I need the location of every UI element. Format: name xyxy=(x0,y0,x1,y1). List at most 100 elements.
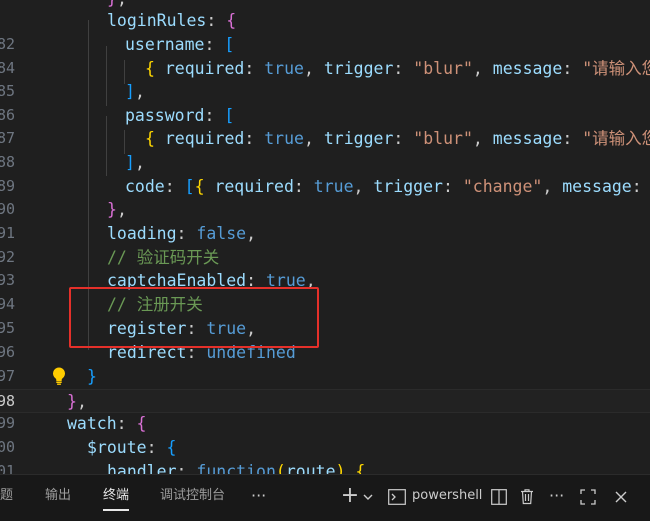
code-token: username xyxy=(125,35,205,54)
maximize-panel-icon[interactable] xyxy=(578,475,598,519)
code-line[interactable]: 89 code: [{ required: true, trigger: "cha… xyxy=(0,175,650,199)
code-token: : xyxy=(146,438,167,457)
code-token: , xyxy=(117,0,127,8)
code-line[interactable]: 97} xyxy=(0,365,650,389)
code-token: { xyxy=(226,11,237,30)
code-line[interactable]: 92 // 验证码开关 xyxy=(0,246,650,270)
code-text: ], xyxy=(125,80,145,104)
code-line[interactable]: 82 username: [ xyxy=(0,33,650,57)
code-token: [ xyxy=(224,106,235,125)
code-token: "change" xyxy=(462,177,543,196)
code-text: ], xyxy=(125,151,145,175)
code-line[interactable]: 99 watch: { xyxy=(0,412,650,436)
code-token: , xyxy=(134,153,145,172)
line-number: 85 xyxy=(0,82,15,100)
code-token: ( xyxy=(275,462,286,474)
code-token: { xyxy=(145,129,155,148)
code-text: loginRules: { xyxy=(107,9,236,33)
code-token: : xyxy=(176,224,197,243)
code-token: , xyxy=(303,129,324,148)
new-terminal-button[interactable]: + xyxy=(340,475,360,519)
code-text: loading: false, xyxy=(107,222,256,246)
more-actions-button[interactable]: ··· xyxy=(549,475,564,521)
code-token: } xyxy=(107,0,117,8)
line-number: 84 xyxy=(0,59,15,77)
code-token: : xyxy=(562,59,583,78)
code-token: , xyxy=(472,59,493,78)
line-number: 82 xyxy=(0,35,15,53)
tab-debug-console[interactable]: 调试控制台 xyxy=(160,475,225,521)
code-token: required xyxy=(214,177,294,196)
code-token: password xyxy=(125,106,205,125)
code-line[interactable]: 88], xyxy=(0,151,650,175)
bottom-panel: 题 输出 终端 调试控制台 ··· + powershell ··· xyxy=(0,474,650,521)
code-token: : xyxy=(631,177,650,196)
highlight-annotation xyxy=(69,287,319,348)
code-token: watch xyxy=(67,414,117,433)
code-token: [ xyxy=(224,35,235,54)
code-text: }, xyxy=(67,390,87,414)
code-line[interactable]: 86 password: [ xyxy=(0,104,650,128)
lightbulb-icon[interactable] xyxy=(50,366,68,386)
code-token: { xyxy=(145,59,155,78)
line-number: 88 xyxy=(0,153,15,171)
code-token: trigger xyxy=(323,59,394,78)
code-token: , xyxy=(472,129,493,148)
line-number: 89 xyxy=(0,177,15,195)
code-token: ) xyxy=(335,462,346,474)
code-token: { xyxy=(136,414,147,433)
code-token: : xyxy=(176,462,197,474)
terminal-shell-label[interactable]: powershell xyxy=(412,475,482,521)
code-editor[interactable]: },loginRules: {82username: [84{ required… xyxy=(0,0,650,474)
code-token: , xyxy=(116,200,127,219)
code-token: { xyxy=(194,177,205,196)
code-line[interactable]: loginRules: { xyxy=(0,9,650,33)
trash-icon[interactable] xyxy=(517,475,537,519)
code-token: "blur" xyxy=(413,129,473,148)
code-token: [ xyxy=(184,177,195,196)
code-token: code xyxy=(125,177,165,196)
line-number: 87 xyxy=(0,129,15,147)
code-token: , xyxy=(353,177,374,196)
chevron-down-icon[interactable] xyxy=(361,475,375,519)
code-token: trigger xyxy=(373,177,443,196)
tab-output[interactable]: 输出 xyxy=(45,475,71,521)
code-text: username: [ xyxy=(125,33,234,57)
code-token: : xyxy=(442,177,463,196)
code-token: : xyxy=(244,129,265,148)
code-line[interactable]: 00 $route: { xyxy=(0,436,650,460)
tab-problems[interactable]: 题 xyxy=(0,475,13,521)
code-line[interactable]: 91 loading: false, xyxy=(0,222,650,246)
code-token: : xyxy=(393,59,414,78)
split-terminal-icon[interactable] xyxy=(489,475,509,519)
code-token: message xyxy=(492,59,563,78)
tab-terminal[interactable]: 终端 xyxy=(103,475,130,521)
more-tabs-button[interactable]: ··· xyxy=(251,475,266,521)
code-line[interactable]: 85], xyxy=(0,80,650,104)
code-line[interactable]: 98}, xyxy=(0,389,650,413)
code-line[interactable]: 01 handler: function(route) { xyxy=(0,460,650,474)
code-line[interactable]: 87 { required: true, trigger: "blur", mes… xyxy=(0,127,650,151)
code-token: function xyxy=(196,462,276,474)
code-token: required xyxy=(164,129,245,148)
code-token: , xyxy=(76,392,87,411)
code-token: message xyxy=(562,177,632,196)
code-token: handler xyxy=(107,462,177,474)
code-line[interactable]: 84 { required: true, trigger: "blur", mes… xyxy=(0,57,650,81)
line-number: 01 xyxy=(0,462,15,474)
line-number: 99 xyxy=(0,414,15,432)
line-number: 86 xyxy=(0,106,15,124)
code-text: password: [ xyxy=(125,104,234,128)
code-token: : xyxy=(204,35,225,54)
terminal-icon xyxy=(387,475,407,519)
code-token: : xyxy=(393,129,414,148)
indent-guide xyxy=(124,130,125,154)
close-icon[interactable] xyxy=(611,475,631,519)
code-token: , xyxy=(303,59,324,78)
line-number: 96 xyxy=(0,343,15,361)
code-token: ] xyxy=(125,153,135,172)
code-line[interactable]: 90}, xyxy=(0,198,650,222)
